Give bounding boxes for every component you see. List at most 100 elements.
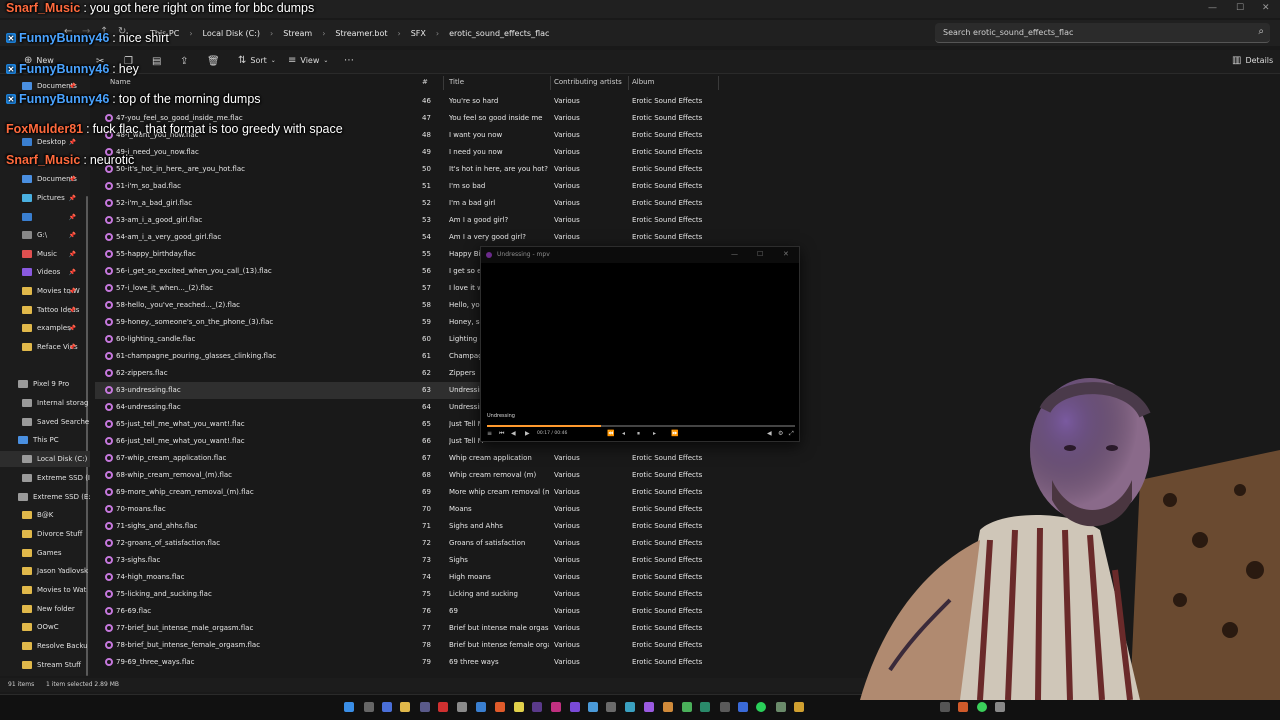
sidebar-item[interactable]: Pictures 📌 — [0, 190, 90, 206]
column-divider[interactable] — [550, 76, 551, 90]
sort-button[interactable]: ⇅ Sort ⌄ — [238, 55, 276, 66]
table-row[interactable]: 67-whip_cream_application.flac 67 Whip cre… — [95, 450, 725, 467]
table-row[interactable]: 69-more_whip_cream_removal_(m).flac 69 Mor… — [95, 484, 725, 501]
table-row[interactable]: 75-licking_and_sucking.flac 75 Licking and… — [95, 586, 725, 603]
fullscreen-icon[interactable]: ⤢ — [789, 430, 794, 438]
skip-back-icon[interactable]: ⏮ — [499, 430, 504, 438]
sidebar-item[interactable]: OOwC — [0, 619, 90, 635]
sidebar-item[interactable]: Games — [0, 545, 90, 561]
sidebar-item[interactable]: Videos 📌 — [0, 264, 90, 280]
app-icon[interactable] — [625, 702, 635, 712]
sidebar-item[interactable]: Extreme SSD (I — [0, 470, 90, 486]
table-row[interactable]: 79-69_three_ways.flac 79 69 three ways Vari… — [95, 654, 725, 671]
mpv-titlebar[interactable]: Undressing - mpv — ☐ ✕ — [481, 247, 799, 263]
sidebar-item[interactable]: Movies to Wat — [0, 582, 90, 598]
volume-icon[interactable]: ◀ — [767, 430, 772, 437]
table-row[interactable]: 73-sighs.flac 73 Sighs Various Erotic Sound … — [95, 552, 725, 569]
sidebar-item[interactable]: Movies to W 📌 — [0, 283, 90, 299]
play-icon[interactable]: ▶ — [525, 430, 530, 437]
tray-icon[interactable] — [977, 702, 987, 712]
chapter-forward-icon[interactable]: ⏩ — [671, 430, 678, 437]
sidebar-item[interactable]: Internal storag — [0, 395, 90, 411]
playlist-icon[interactable]: ≡ — [487, 430, 492, 437]
column-divider[interactable] — [718, 76, 719, 90]
column-header-name[interactable]: Name — [110, 78, 131, 86]
file-explorer-icon[interactable] — [400, 702, 410, 712]
close-icon[interactable]: ✕ — [783, 250, 789, 258]
search-input[interactable]: Search erotic_sound_effects_flac ⌕ — [935, 23, 1270, 43]
app-icon[interactable] — [532, 702, 542, 712]
next-icon[interactable]: ▸ — [653, 430, 656, 437]
sidebar-item[interactable]: G:\ 📌 — [0, 227, 90, 243]
app-icon[interactable] — [794, 702, 804, 712]
taskview-icon[interactable] — [382, 702, 392, 712]
minimize-icon[interactable]: — — [731, 250, 738, 258]
table-row[interactable]: 78-brief_but_intense_female_orgasm.flac 7… — [95, 637, 725, 654]
chapter-back-icon[interactable]: ⏪ — [607, 430, 614, 437]
sidebar-item[interactable]: Extreme SSD (E:) — [0, 489, 90, 505]
breadcrumb-current-folder[interactable]: erotic_sound_effects_flac — [449, 29, 549, 38]
app-icon[interactable] — [776, 702, 786, 712]
column-header-title[interactable]: Title — [449, 78, 464, 86]
table-row[interactable]: 52-i'm_a_bad_girl.flac 52 I'm a bad girl Va… — [95, 195, 725, 212]
sidebar-item[interactable]: Divorce Stuff — [0, 526, 90, 542]
paste-icon[interactable]: ▤ — [152, 56, 161, 67]
app-icon[interactable] — [457, 702, 467, 712]
app-icon[interactable] — [438, 702, 448, 712]
search-icon[interactable]: ⌕ — [1258, 26, 1264, 37]
app-icon[interactable] — [682, 702, 692, 712]
table-row[interactable]: 68-whip_cream_removal_(m).flac 68 Whip cre… — [95, 467, 725, 484]
table-row[interactable]: 77-brief_but_intense_male_orgasm.flac 77 B… — [95, 620, 725, 637]
pause-icon[interactable]: ⏸ — [637, 430, 640, 438]
table-row[interactable]: 53-am_i_a_good_girl.flac 53 Am I a good gi… — [95, 212, 725, 229]
table-row[interactable]: 49-i_need_you_now.flac 49 I need you now Va… — [95, 144, 725, 161]
app-icon[interactable] — [644, 702, 654, 712]
app-icon[interactable] — [514, 702, 524, 712]
app-icon[interactable] — [738, 702, 748, 712]
app-icon[interactable] — [720, 702, 730, 712]
rewind-icon[interactable]: ◀ — [511, 430, 516, 437]
column-header-artists[interactable]: Contributing artists — [554, 78, 622, 86]
sidebar-item[interactable]: Music 📌 — [0, 246, 90, 262]
breadcrumb-sfx[interactable]: SFX — [411, 29, 426, 38]
sidebar-item[interactable]: Documents 📌 — [0, 171, 90, 187]
table-row[interactable]: 50-it's_hot_in_here,_are_you_hot.flac 50 I… — [95, 161, 725, 178]
sidebar-item[interactable]: Reface Vids 📌 — [0, 339, 90, 355]
sidebar-item[interactable]: Saved Searche — [0, 414, 90, 430]
sidebar-item[interactable]: examples 📌 — [0, 320, 90, 336]
breadcrumb-streamer-bot[interactable]: Streamer.bot — [335, 29, 387, 38]
sidebar-item[interactable]: 📌 — [0, 209, 90, 225]
share-icon[interactable]: ⇪ — [180, 56, 188, 67]
app-icon[interactable] — [495, 702, 505, 712]
sidebar-item[interactable]: Jason Yadlovsk — [0, 563, 90, 579]
maximize-icon[interactable]: ☐ — [757, 250, 763, 258]
sidebar-item[interactable]: Tattoo Ideas 📌 — [0, 302, 90, 318]
app-icon[interactable] — [420, 702, 430, 712]
column-header-album[interactable]: Album — [632, 78, 654, 86]
sidebar-item[interactable]: This PC — [0, 432, 90, 448]
column-header-number[interactable]: # — [422, 78, 428, 86]
maximize-icon[interactable]: ☐ — [1236, 3, 1244, 13]
more-options-icon[interactable]: ⋯ — [344, 55, 354, 66]
sidebar-item[interactable]: Pixel 9 Pro — [0, 376, 90, 392]
app-icon[interactable] — [756, 702, 766, 712]
table-row[interactable]: 71-sighs_and_ahhs.flac 71 Sighs and Ahhs Va… — [95, 518, 725, 535]
app-icon[interactable] — [588, 702, 598, 712]
sidebar-item[interactable]: Resolve Backu — [0, 638, 90, 654]
sidebar-item[interactable]: B@K — [0, 507, 90, 523]
breadcrumb-local-disk[interactable]: Local Disk (C:) — [203, 29, 261, 38]
delete-icon[interactable]: 🗑 — [207, 56, 220, 67]
table-row[interactable]: 76-69.flac 76 69 Various Erotic Sound Effect… — [95, 603, 725, 620]
column-divider[interactable] — [443, 76, 444, 90]
close-icon[interactable]: ✕ — [1262, 3, 1270, 13]
table-row[interactable]: 72-groans_of_satisfaction.flac 72 Groans o… — [95, 535, 725, 552]
table-row[interactable]: 74-high_moans.flac 74 High moans Various Ero… — [95, 569, 725, 586]
settings-icon[interactable]: ⚙ — [778, 430, 783, 437]
prev-icon[interactable]: ◂ — [622, 430, 625, 437]
sidebar-item[interactable]: Desktop 📌 — [0, 134, 90, 150]
sidebar-item[interactable]: Stream Stuff — [0, 657, 90, 673]
mpv-seekbar[interactable] — [487, 425, 795, 427]
details-button[interactable]: ▥ Details — [1232, 55, 1273, 66]
app-icon[interactable] — [570, 702, 580, 712]
table-row[interactable]: 51-i'm_so_bad.flac 51 I'm so bad Various Ero… — [95, 178, 725, 195]
